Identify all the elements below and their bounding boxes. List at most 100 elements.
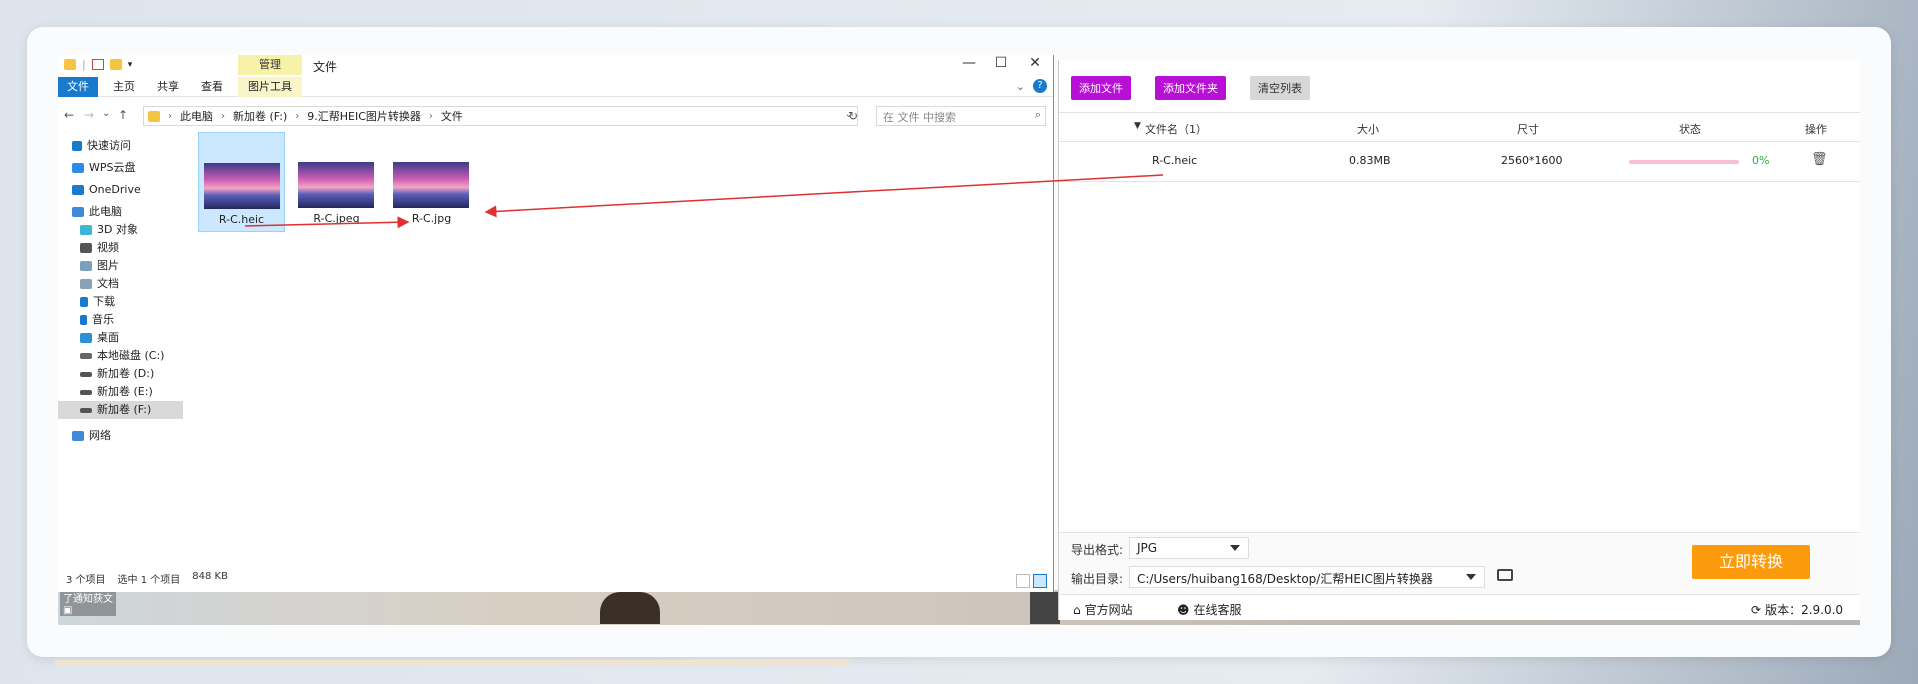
forward-button[interactable]: →: [84, 108, 94, 122]
details-view-button[interactable]: [1016, 574, 1030, 588]
tree-label: 新加卷 (E:): [97, 385, 153, 398]
chevron-down-icon: [1230, 545, 1240, 551]
tab-picture-tools[interactable]: 图片工具: [238, 77, 302, 97]
version-info[interactable]: ⟳ 版本：2.9.0.0: [1751, 601, 1843, 618]
desktop-icon-glyph: ▣: [63, 605, 73, 616]
tree-label: 图片: [97, 259, 119, 272]
tree-label: 网络: [89, 429, 111, 442]
tree-item-onedrive[interactable]: OneDrive: [58, 181, 183, 199]
column-filename[interactable]: 文件名（1）: [1145, 121, 1207, 137]
refresh-icon[interactable]: ↻: [848, 109, 858, 123]
recent-locations-button[interactable]: ⌄: [102, 108, 110, 119]
tree-item-drive-c[interactable]: 本地磁盘 (C:): [58, 347, 183, 365]
file-item[interactable]: R-C.jpg: [388, 132, 475, 232]
selected-size: 848 KB: [192, 571, 228, 582]
network-icon: [72, 431, 84, 441]
table-row[interactable]: R-C.heic 0.83MB 2560*1600 0% 🗑: [1059, 142, 1860, 182]
tree-item-3d-objects[interactable]: 3D 对象: [58, 221, 183, 239]
image-thumbnail: [298, 162, 374, 208]
heic-converter-app: 添加文件 添加文件夹 清空列表 ▼ 文件名（1） 大小 尺寸 状态 操作 R-C…: [1058, 60, 1860, 620]
column-actions: 操作: [1805, 123, 1827, 136]
tree-item-wps-cloud[interactable]: WPS云盘: [58, 159, 183, 177]
row-size: 0.83MB: [1349, 154, 1391, 167]
online-service-link[interactable]: ☻ 在线客服: [1177, 601, 1242, 618]
tree-label: 下载: [93, 295, 115, 308]
drive-icon: [80, 353, 92, 359]
tree-item-drive-f[interactable]: 新加卷 (F:): [58, 401, 183, 419]
separator: |: [82, 58, 86, 71]
explorer-titlebar: | ▾ 管理 文件 — ☐ ✕: [58, 55, 1053, 77]
tree-item-network[interactable]: 网络: [58, 427, 183, 445]
file-name: R-C.heic: [218, 213, 265, 226]
row-dimensions: 2560*1600: [1501, 154, 1563, 167]
properties-icon[interactable]: [91, 59, 104, 70]
star-icon: [72, 141, 82, 151]
refresh-icon: ⟳: [1751, 602, 1762, 617]
status-bar: 3 个项目 选中 1 个项目 848 KB: [66, 571, 228, 586]
tree-item-this-pc[interactable]: 此电脑: [58, 203, 183, 221]
tree-item-documents[interactable]: 文档: [58, 275, 183, 293]
tree-item-quick-access[interactable]: 快速访问: [58, 137, 183, 155]
tree-label: OneDrive: [89, 183, 141, 196]
support-agent-icon: ☻: [1177, 602, 1190, 617]
tree-label: 文档: [97, 277, 119, 290]
address-bar[interactable]: › 此电脑 › 新加卷 (F:) › 9.汇帮HEIC图片转换器 › 文件 ⌄: [143, 106, 858, 126]
ribbon-collapse-icon[interactable]: ⌄: [1016, 80, 1025, 93]
file-item[interactable]: R-C.heic: [198, 132, 285, 232]
breadcrumb-separator: ›: [428, 110, 433, 122]
back-button[interactable]: ←: [64, 108, 74, 122]
tab-home[interactable]: 主页: [104, 77, 144, 97]
breadcrumb-item[interactable]: 文件: [441, 108, 463, 124]
tab-view[interactable]: 查看: [192, 77, 232, 97]
output-dir-select[interactable]: C:/Users/huibang168/Desktop/汇帮HEIC图片转换器: [1129, 566, 1485, 588]
breadcrumb-separator: ›: [295, 110, 300, 122]
breadcrumb-separator: ›: [168, 110, 172, 122]
add-file-button[interactable]: 添加文件: [1071, 76, 1131, 100]
breadcrumb-item[interactable]: 此电脑: [180, 108, 213, 124]
tree-label: 桌面: [97, 331, 119, 344]
delete-icon[interactable]: 🗑: [1811, 152, 1828, 167]
official-site-link[interactable]: ⌂ 官方网站: [1073, 601, 1133, 618]
ribbon-tabs: 文件 主页 共享 查看 图片工具 ⌄ ?: [58, 77, 1053, 97]
onedrive-icon: [72, 185, 84, 195]
tab-file[interactable]: 文件: [58, 77, 98, 97]
tree-item-music[interactable]: 音乐: [58, 311, 183, 329]
breadcrumb-item[interactable]: 新加卷 (F:): [233, 108, 287, 124]
customize-qat-icon[interactable]: ▾: [128, 60, 133, 70]
clear-list-button[interactable]: 清空列表: [1250, 76, 1310, 100]
tree-label: 此电脑: [89, 205, 122, 218]
desktop-icon-label: 了通知获文: [63, 594, 113, 605]
decorative-strip: [55, 660, 850, 666]
add-folder-button[interactable]: 添加文件夹: [1155, 76, 1226, 100]
row-filename: R-C.heic: [1152, 154, 1198, 167]
up-button[interactable]: ↑: [118, 108, 128, 122]
breadcrumb-item[interactable]: 9.汇帮HEIC图片转换器: [307, 108, 421, 124]
convert-now-button[interactable]: 立即转换: [1692, 545, 1810, 579]
file-item[interactable]: R-C.jpeg: [293, 132, 380, 232]
tree-item-drive-d[interactable]: 新加卷 (D:): [58, 365, 183, 383]
sort-desc-icon[interactable]: ▼: [1134, 121, 1141, 131]
help-icon[interactable]: ?: [1033, 79, 1047, 93]
tab-manage[interactable]: 管理: [238, 55, 302, 75]
tree-item-pictures[interactable]: 图片: [58, 257, 183, 275]
open-folder-icon[interactable]: [1497, 569, 1513, 581]
tab-share[interactable]: 共享: [148, 77, 188, 97]
close-button[interactable]: ✕: [1020, 55, 1050, 71]
large-icons-view-button[interactable]: [1033, 574, 1047, 588]
desktop-wallpaper-shape: [600, 592, 660, 624]
tree-item-desktop[interactable]: 桌面: [58, 329, 183, 347]
new-folder-icon[interactable]: [109, 59, 122, 70]
tree-item-videos[interactable]: 视频: [58, 239, 183, 257]
chevron-down-icon: [1466, 574, 1476, 580]
output-dir-value: C:/Users/huibang168/Desktop/汇帮HEIC图片转换器: [1137, 572, 1433, 586]
minimize-button[interactable]: —: [954, 55, 984, 71]
maximize-button[interactable]: ☐: [986, 55, 1016, 71]
desktop-icon[interactable]: 了通知获文 ▣: [60, 590, 116, 616]
app-toolbar: 添加文件 添加文件夹 清空列表: [1071, 76, 1310, 100]
search-input[interactable]: 在 文件 中搜索 ⌕: [876, 106, 1046, 126]
tree-item-drive-e[interactable]: 新加卷 (E:): [58, 383, 183, 401]
tree-item-downloads[interactable]: 下载: [58, 293, 183, 311]
window-title: 文件: [313, 60, 338, 74]
output-format-select[interactable]: JPG: [1129, 537, 1249, 559]
folder-icon[interactable]: [64, 59, 76, 70]
